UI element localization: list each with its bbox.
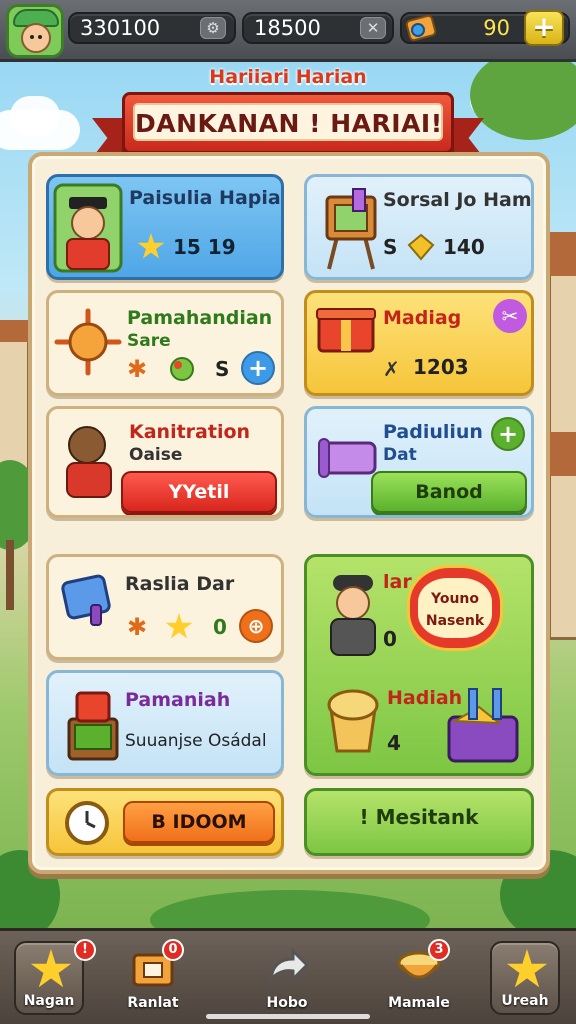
add-gems-button[interactable]: +	[524, 10, 564, 46]
sparkle-icon: ✱	[127, 355, 148, 383]
card-8-title: lar	[383, 571, 412, 593]
coins-value: 330100	[80, 16, 161, 40]
nav-item-nagan[interactable]: ! Nagan	[14, 939, 96, 1015]
tablet-icon	[61, 574, 111, 626]
card-1-title: Paisulia Hapian	[129, 187, 284, 209]
scroll-icon	[318, 438, 377, 478]
sun-creature-icon	[54, 308, 122, 376]
character-icon	[66, 426, 112, 498]
card-11-action-label: ! Mesitank	[359, 805, 479, 829]
nav-item-ureah[interactable]: Ureah	[490, 941, 560, 1015]
nav-item-hobo[interactable]: Hobo	[252, 941, 322, 1015]
chest-stack-icon	[67, 691, 119, 761]
card-5-title: Kanitration	[129, 421, 251, 443]
treasure-box-icon	[447, 688, 519, 763]
card-8-badge: Youno Nasenk	[407, 565, 503, 651]
card-2-title: Sorsal Jo Ham	[383, 189, 532, 211]
bottom-navigation: ! Nagan 0 Ranlat Hobo 3 Mamale Ureah	[0, 928, 576, 1024]
face-icon	[21, 23, 51, 53]
star-icon	[137, 233, 165, 259]
gift-box-icon	[316, 308, 376, 353]
card-2-value: 140	[443, 235, 485, 259]
gem-pack-icon	[405, 14, 437, 42]
reward-card-9[interactable]: Pamaniah Suuanjse Osádal	[46, 670, 284, 776]
player-portrait-icon	[53, 183, 123, 273]
nav-label: Nagan	[23, 993, 75, 1009]
player-avatar[interactable]	[6, 4, 64, 58]
nav-item-mamale[interactable]: 3 Mamale	[384, 939, 454, 1015]
reward-card-7[interactable]: Raslia Dar ✱ 0 ⊕	[46, 554, 284, 660]
coins-counter: 330100 ⚙	[68, 12, 236, 44]
card-3-add-button[interactable]: +	[241, 351, 275, 385]
card-6-add-button[interactable]: +	[491, 417, 525, 451]
character-cap-icon	[330, 575, 376, 656]
card-6-title: Padiuliun	[383, 421, 483, 443]
card-9-subtitle: Suuanjse Osádal	[125, 731, 267, 751]
rewards-panel: Paisulia Hapian 15 19 Sorsal Jo Ham S 14…	[28, 152, 550, 874]
gems-value: 90	[483, 16, 510, 40]
nav-label: Ureah	[501, 993, 549, 1009]
card-8-value-2: 4	[387, 731, 401, 755]
nav-badge: 0	[162, 939, 184, 961]
reward-card-8[interactable]: lar Youno Nasenk 0 Hadiah 4	[304, 554, 534, 776]
card-3-title: Pamahandian	[127, 307, 273, 329]
reward-card-4[interactable]: Madiag ✂ ✗ 1203	[304, 290, 534, 396]
share-arrow-icon	[269, 947, 310, 984]
card-7-value: 0	[213, 615, 227, 639]
reward-card-2[interactable]: Sorsal Jo Ham S 140	[304, 174, 534, 280]
green-apple-icon	[170, 357, 194, 381]
clock-icon	[65, 801, 109, 845]
card-7-action-button[interactable]: ⊕	[239, 609, 273, 643]
spark-icon: ✗	[383, 357, 400, 381]
star-icon	[506, 949, 548, 988]
bread-icon	[327, 689, 379, 753]
star-icon	[30, 949, 72, 988]
card-3-subtitle: Sare	[127, 331, 171, 351]
card-9-title: Pamaniah	[125, 689, 231, 711]
nav-label: Ranlat	[127, 995, 179, 1011]
page-subtitle: Hariiari Harian	[209, 66, 367, 88]
reward-card-10[interactable]: B IDOOM	[46, 788, 284, 856]
card-3-value: S	[215, 357, 230, 381]
card-6-subtitle: Dat	[383, 445, 417, 465]
home-indicator	[206, 1014, 370, 1019]
reward-card-1[interactable]: Paisulia Hapian 15 19	[46, 174, 284, 280]
card-2-prefix: S	[383, 235, 398, 259]
sparkle-icon: ✱	[127, 613, 148, 641]
nav-badge: 3	[428, 939, 450, 961]
title-ribbon: DANKANAN ! HARIAI!	[122, 92, 454, 154]
nav-label: Hobo	[266, 995, 308, 1011]
gold-value: 18500	[254, 16, 321, 40]
reward-card-11[interactable]: ! Mesitank	[304, 788, 534, 856]
top-status-bar: 330100 ⚙ 18500 ✕ 90 +	[0, 0, 576, 62]
gold-counter: 18500 ✕	[242, 12, 394, 44]
card-4-title: Madiag	[383, 307, 462, 329]
reward-card-6[interactable]: Padiuliun Dat + Banod	[304, 406, 534, 518]
gems-counter: 90 +	[400, 10, 570, 46]
page-title: DANKANAN ! HARIAI!	[133, 103, 443, 141]
card-5-subtitle: Oaise	[129, 445, 183, 465]
badge-text: Youno Nasenk	[418, 578, 492, 638]
card-6-action-button[interactable]: Banod	[371, 471, 527, 513]
card-1-value: 15 19	[173, 235, 236, 259]
star-icon	[165, 613, 193, 639]
gear-icon[interactable]: ⚙	[200, 17, 226, 39]
nav-item-ranlat[interactable]: 0 Ranlat	[118, 939, 188, 1015]
card-10-action-button[interactable]: B IDOOM	[123, 801, 275, 843]
reward-card-5[interactable]: Kanitration Oaise YYetil	[46, 406, 284, 518]
nav-label: Mamale	[388, 995, 450, 1011]
sparkle-icon: ✂	[493, 299, 527, 333]
card-4-value: 1203	[413, 355, 469, 379]
reward-card-3[interactable]: Pamahandian Sare ✱ S +	[46, 290, 284, 396]
card-7-title: Raslia Dar	[125, 573, 235, 595]
card-8-value-1: 0	[383, 627, 397, 651]
close-icon[interactable]: ✕	[360, 17, 386, 39]
gold-gem-icon	[407, 233, 435, 261]
easel-icon	[325, 188, 377, 270]
nav-badge: !	[74, 939, 96, 961]
card-5-action-button[interactable]: YYetil	[121, 471, 277, 513]
